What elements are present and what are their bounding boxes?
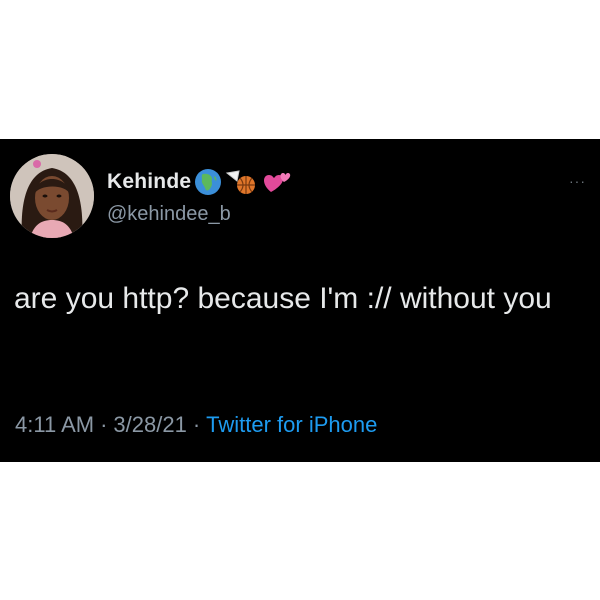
globe-africa-icon — [194, 168, 222, 196]
user-handle[interactable]: @kehindee_b — [107, 203, 231, 226]
tweet-metadata: 4:11 AM · 3/28/21 · Twitter for iPhone — [15, 412, 377, 438]
tweet-time[interactable]: 4:11 AM — [15, 412, 94, 437]
avatar-photo — [10, 154, 94, 238]
display-name-row: Kehinde — [107, 168, 292, 196]
avatar[interactable] — [10, 154, 94, 238]
more-options-button[interactable]: ··· — [569, 173, 586, 189]
separator-dot: · — [192, 412, 201, 437]
tweet-date[interactable]: 3/28/21 — [113, 412, 186, 437]
display-name[interactable]: Kehinde — [107, 170, 191, 194]
basketball-hoop-icon — [225, 167, 259, 197]
tweet-source-link[interactable]: Twitter for iPhone — [206, 412, 377, 437]
tweet-card: Kehinde @kehindee_b ··· are you http? be… — [0, 139, 600, 462]
separator-dot: · — [100, 412, 108, 437]
tweet-text: are you http? because I'm :// without yo… — [14, 282, 552, 315]
two-hearts-icon — [262, 168, 292, 196]
